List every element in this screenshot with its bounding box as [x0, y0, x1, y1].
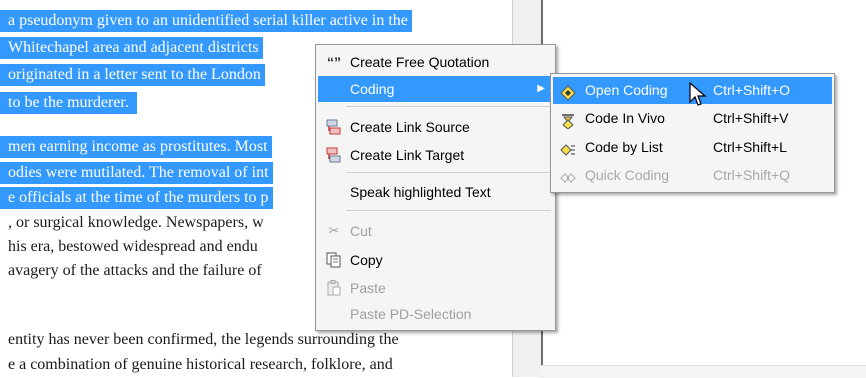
- document-line[interactable]: entity has never been confirmed, the leg…: [8, 329, 399, 351]
- quote-icon: “”: [327, 54, 341, 70]
- document-line[interactable]: , or surgical knowledge. Newspapers, w: [8, 212, 264, 234]
- mouse-pointer-icon: [689, 81, 709, 110]
- document-line[interactable]: a pseudonym given to an unidentified ser…: [0, 10, 412, 32]
- code-by-list-icon: [560, 140, 576, 156]
- menu-item-create-link-target[interactable]: Create Link Target: [318, 142, 553, 168]
- submenu-item-code-by-list[interactable]: Code by List Ctrl+Shift+L: [553, 134, 832, 161]
- document-line[interactable]: avagery of the attacks and the failure o…: [8, 260, 262, 282]
- code-in-vivo-icon: [560, 111, 576, 130]
- copy-icon: [325, 252, 343, 268]
- menu-item-create-free-quotation[interactable]: “” Create Free Quotation: [318, 49, 553, 75]
- scissors-icon: ✂: [328, 223, 340, 238]
- document-line[interactable]: to be the murderer.: [0, 92, 137, 114]
- link-target-icon: [325, 147, 343, 163]
- submenu-item-quick-coding[interactable]: Quick Coding Ctrl+Shift+Q: [553, 162, 832, 189]
- menu-separator: [346, 106, 551, 107]
- menu-item-paste-pd-selection[interactable]: Paste PD-Selection: [318, 301, 553, 327]
- open-coding-icon: [560, 83, 576, 101]
- menu-item-cut[interactable]: ✂ Cut: [318, 218, 553, 244]
- menu-item-paste[interactable]: Paste: [318, 275, 553, 301]
- menu-separator: [346, 172, 551, 173]
- clipboard-icon: [325, 280, 343, 296]
- quick-coding-icon: [560, 168, 576, 184]
- status-strip: [540, 365, 866, 378]
- document-line[interactable]: e officials at the time of the murders t…: [0, 187, 273, 209]
- document-line[interactable]: e a combination of genuine historical re…: [8, 354, 393, 376]
- document-line[interactable]: men earning income as prostitutes. Most: [0, 136, 272, 158]
- link-source-icon: [325, 119, 343, 135]
- menu-item-speak-highlighted-text[interactable]: Speak highlighted Text: [318, 179, 553, 205]
- document-line[interactable]: Whitechapel area and adjacent districts: [0, 37, 263, 59]
- submenu-arrow-icon: ▶: [537, 83, 545, 94]
- document-line[interactable]: odies were mutilated. The removal of int: [0, 162, 273, 184]
- context-menu: “” Create Free Quotation Coding ▶ Create…: [315, 44, 556, 331]
- document-line[interactable]: originated in a letter sent to the Londo…: [0, 64, 265, 86]
- menu-item-create-link-source[interactable]: Create Link Source: [318, 114, 553, 140]
- menu-item-coding[interactable]: Coding ▶: [318, 76, 553, 102]
- document-line[interactable]: his era, bestowed widespread and endu: [8, 236, 258, 258]
- menu-item-copy[interactable]: Copy: [318, 247, 553, 273]
- menu-separator: [346, 210, 551, 211]
